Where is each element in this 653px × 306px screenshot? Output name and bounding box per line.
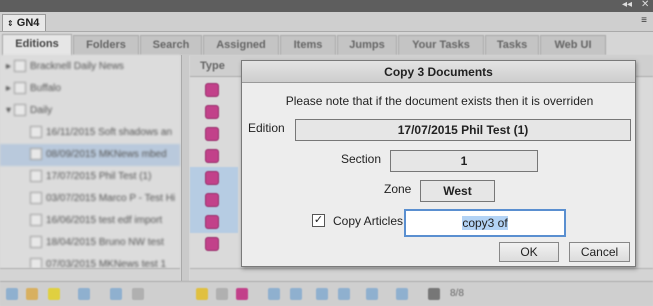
tab-bar: Editions Folders Search Assigned Items J…: [0, 33, 653, 56]
edition-icon: [30, 214, 42, 227]
window-topbar: ◂◂ ✕: [0, 0, 653, 12]
tab-editions[interactable]: Editions: [2, 34, 72, 56]
collapse-panel-icon[interactable]: ◂◂: [622, 0, 632, 11]
document-icon: [205, 83, 219, 97]
cancel-button[interactable]: Cancel: [569, 242, 630, 262]
edition-icon: [30, 258, 42, 268]
tree-item[interactable]: 18/04/2015 Bruno NW test: [0, 232, 180, 254]
copy-prefix-input[interactable]: copy3 of: [404, 209, 566, 237]
refresh-icon[interactable]: [78, 288, 90, 300]
edition-icon: [30, 192, 42, 205]
tree-item[interactable]: ▸ Bracknell Daily News: [0, 56, 180, 78]
folder-icon: [14, 60, 26, 73]
folder-icon: [14, 104, 26, 117]
document-icon: [205, 105, 219, 119]
export-icon[interactable]: [396, 288, 408, 300]
new-icon[interactable]: [6, 288, 18, 300]
document-icon: [205, 193, 219, 207]
article-icon[interactable]: [236, 288, 248, 300]
edition-icon: [30, 170, 42, 183]
section-field[interactable]: 1: [390, 150, 538, 172]
refresh-list-icon[interactable]: [428, 288, 440, 300]
edition-label: Edition: [248, 121, 285, 135]
collapse-arrow-icon[interactable]: ▾: [6, 100, 14, 122]
overwrite-note: Please note that if the document exists …: [285, 94, 594, 108]
list-item[interactable]: [190, 167, 238, 189]
edition-icon: [30, 236, 42, 249]
tree-item[interactable]: 08/09/2015 MKNews mbed: [0, 144, 180, 166]
chevron-updown-icon: ⇕: [7, 19, 14, 28]
tab-jumps[interactable]: Jumps: [337, 35, 397, 55]
copy-articles-checkbox[interactable]: ✓: [312, 214, 325, 227]
tab-tasks[interactable]: Tasks: [485, 35, 539, 55]
copy-icon[interactable]: [338, 288, 350, 300]
document-icon: [205, 127, 219, 141]
dialog-title: Copy 3 Documents: [242, 61, 635, 83]
print-icon[interactable]: [132, 288, 144, 300]
zone-field[interactable]: West: [420, 180, 495, 202]
lock-icon[interactable]: [196, 288, 208, 300]
edition-icon: [30, 126, 42, 139]
edition-tree: ▸ Bracknell Daily News ▸ Buffalo ▾ Daily 16…: [0, 55, 180, 268]
document-icon: [205, 149, 219, 163]
page-icon[interactable]: [216, 288, 228, 300]
copy-prefix-text: copy3 of: [462, 216, 508, 230]
sync-icon[interactable]: [268, 288, 280, 300]
ok-button[interactable]: OK: [499, 242, 559, 262]
list-item[interactable]: [190, 211, 238, 233]
tab-assigned[interactable]: Assigned: [203, 35, 279, 55]
list-item[interactable]: [190, 189, 238, 211]
tree-item[interactable]: 17/07/2015 Phil Test (1): [0, 166, 180, 188]
reload-icon[interactable]: [366, 288, 378, 300]
item-count: 8/8: [450, 288, 464, 299]
expand-arrow-icon[interactable]: ▸: [6, 56, 14, 78]
tree-item[interactable]: ▸ Buffalo: [0, 78, 180, 100]
tree-item[interactable]: ▾ Daily: [0, 100, 180, 122]
panel-menu-icon[interactable]: ≡: [641, 15, 647, 26]
bottom-toolbar: 8/8: [0, 281, 653, 306]
close-panel-icon[interactable]: ✕: [641, 0, 649, 11]
list-item[interactable]: [190, 145, 238, 167]
tree-item[interactable]: 07/03/2015 MKNews test 1: [0, 254, 180, 268]
panel-tab-gn4[interactable]: ⇕ GN4: [2, 14, 47, 31]
tab-search[interactable]: Search: [140, 35, 202, 55]
copy-articles-label[interactable]: Copy Articles: [333, 214, 403, 228]
download-icon[interactable]: [110, 288, 122, 300]
edition-field[interactable]: 17/07/2015 Phil Test (1): [295, 119, 631, 141]
panel-header: ⇕ GN4 ≡: [0, 12, 653, 32]
tab-folders[interactable]: Folders: [73, 35, 139, 55]
link-icon[interactable]: [316, 288, 328, 300]
splitter-handle[interactable]: [181, 55, 189, 281]
tree-item[interactable]: 03/07/2015 Marco P - Test Hi: [0, 188, 180, 210]
copy-documents-dialog: Copy 3 Documents Please note that if the…: [241, 60, 636, 267]
document-icon: [205, 171, 219, 185]
zone-label: Zone: [384, 182, 412, 196]
folder-icon[interactable]: [26, 288, 38, 300]
folder-icon: [14, 82, 26, 95]
document-icon: [205, 215, 219, 229]
tree-item[interactable]: 16/11/2015 Soft shadows an: [0, 122, 180, 144]
list-horizontal-scrollbar[interactable]: [190, 268, 653, 281]
list-item[interactable]: [190, 101, 238, 123]
expand-arrow-icon[interactable]: ▸: [6, 78, 14, 100]
panel-title: GN4: [16, 17, 40, 29]
tab-your-tasks[interactable]: Your Tasks: [398, 35, 484, 55]
highlight-icon[interactable]: [48, 288, 60, 300]
list-item[interactable]: [190, 123, 238, 145]
edition-icon: [30, 148, 42, 161]
list-item[interactable]: [190, 79, 238, 101]
move-icon[interactable]: [290, 288, 302, 300]
tab-items[interactable]: Items: [280, 35, 336, 55]
list-item[interactable]: [190, 233, 238, 255]
tree-horizontal-scrollbar[interactable]: [0, 268, 180, 281]
section-label: Section: [341, 152, 382, 166]
tree-item[interactable]: 16/06/2015 test edf import: [0, 210, 180, 232]
tab-web-ui[interactable]: Web UI: [540, 35, 606, 55]
document-icon: [205, 237, 219, 251]
